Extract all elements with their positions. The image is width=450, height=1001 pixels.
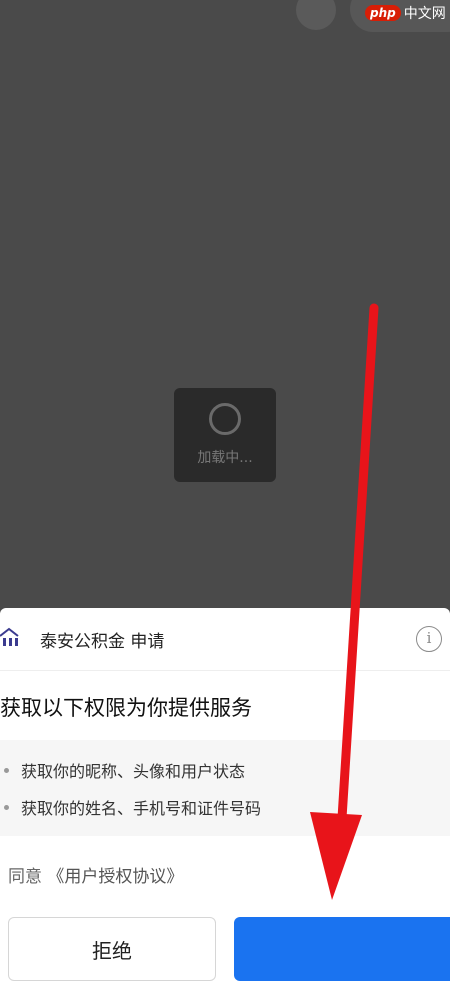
agreement-row: 同意 《用户授权协议》 xyxy=(8,862,183,887)
info-icon[interactable]: i xyxy=(416,626,442,652)
permission-list: 获取你的昵称、头像和用户状态 获取你的姓名、手机号和证件号码 xyxy=(0,740,450,836)
app-name: 泰安公积金 申请 xyxy=(40,632,165,652)
permission-item-text: 获取你的昵称、头像和用户状态 xyxy=(21,762,246,781)
permission-title: 获取以下权限为你提供服务 xyxy=(0,696,252,720)
watermark-badge: php xyxy=(365,5,401,21)
allow-button[interactable] xyxy=(234,917,450,981)
permission-item-text: 获取你的姓名、手机号和证件号码 xyxy=(21,799,262,818)
reject-button[interactable]: 拒绝 xyxy=(8,917,216,981)
spinner-icon xyxy=(209,403,241,435)
sheet-header: 泰安公积金 申请 i xyxy=(0,608,450,671)
user-agreement-link[interactable]: 《用户授权协议》 xyxy=(47,867,183,887)
app-logo-icon xyxy=(0,627,19,646)
watermark: php 中文网 xyxy=(365,3,446,23)
agree-prefix: 同意 xyxy=(8,867,42,887)
permission-item: 获取你的姓名、手机号和证件号码 xyxy=(4,795,261,819)
loading-text: 加载中... xyxy=(197,450,253,466)
bullet-icon xyxy=(4,767,9,773)
permission-item: 获取你的昵称、头像和用户状态 xyxy=(4,758,245,782)
bullet-icon xyxy=(4,804,9,810)
menu-dots-button[interactable] xyxy=(296,0,336,30)
watermark-text: 中文网 xyxy=(403,6,446,22)
loading-toast: 加载中... xyxy=(174,388,276,482)
authorization-sheet: 泰安公积金 申请 i 获取以下权限为你提供服务 获取你的昵称、头像和用户状态 获… xyxy=(0,608,450,1001)
